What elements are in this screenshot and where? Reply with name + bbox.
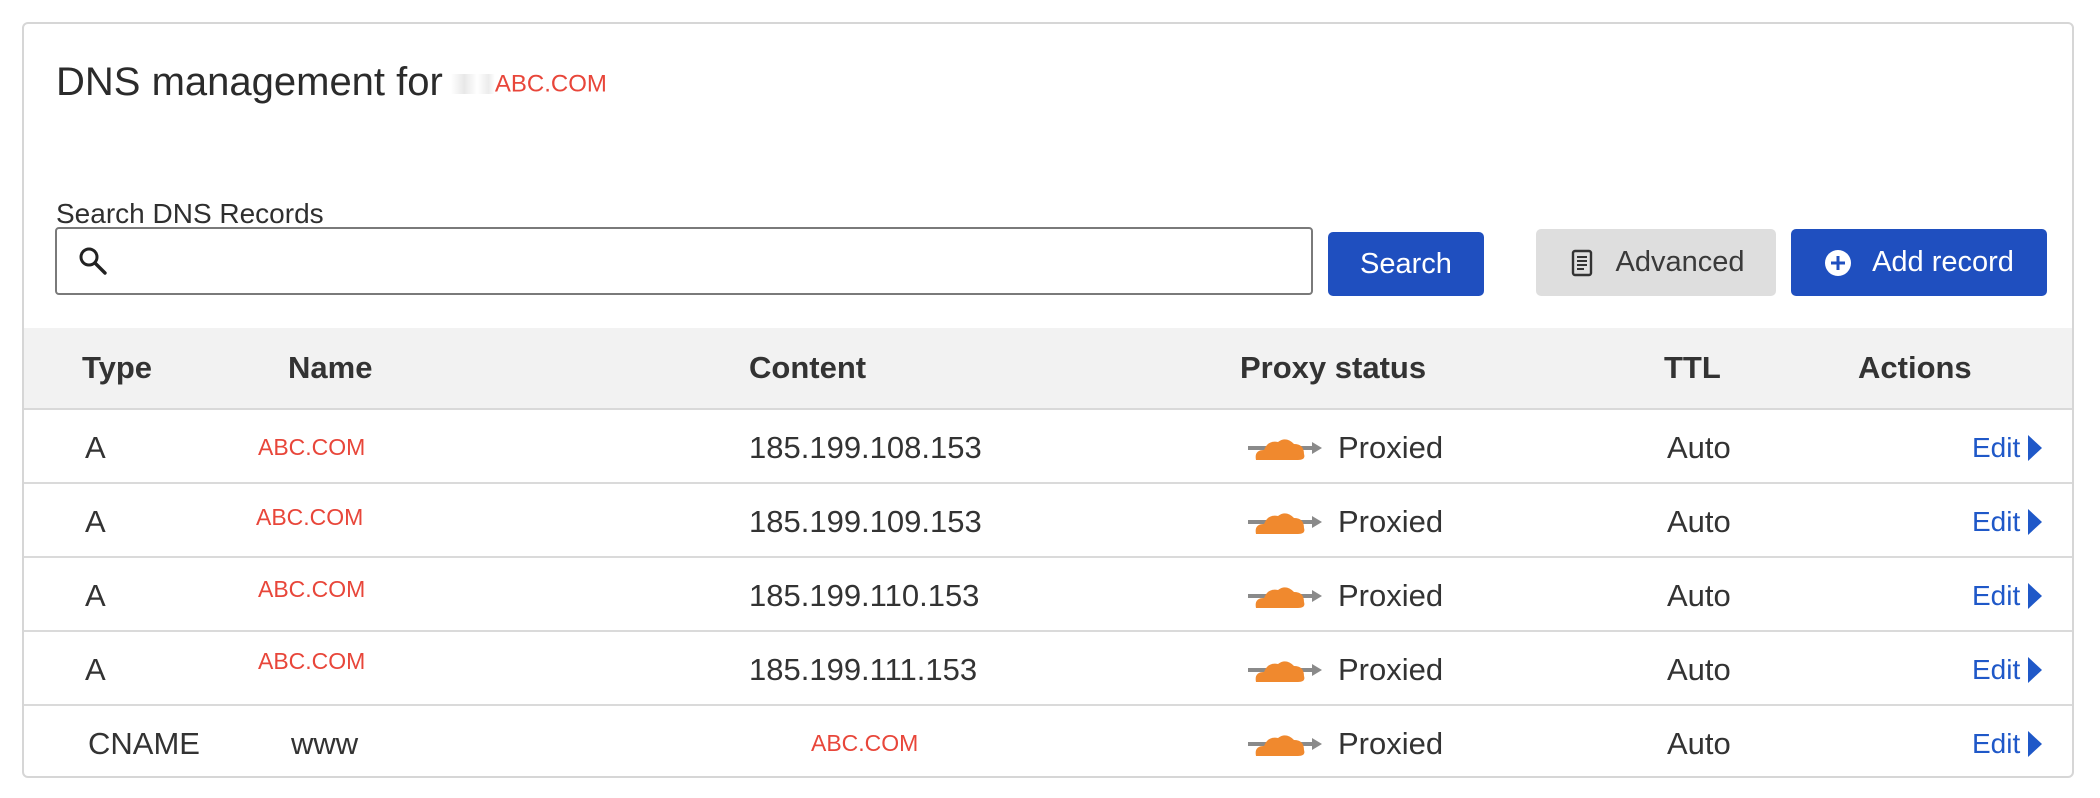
proxy-status: Proxied: [1338, 652, 1444, 687]
record-name: ABC.COM: [258, 434, 366, 460]
record-content: 185.199.111.153: [749, 652, 978, 687]
record-ttl: Auto: [1667, 504, 1731, 539]
cloud-icon: [1248, 661, 1322, 682]
caret-right-icon: [2028, 509, 2043, 535]
column-header-ttl[interactable]: TTL: [1664, 350, 1721, 386]
cloud-icon: [1248, 439, 1322, 460]
column-header-type[interactable]: Type: [82, 350, 152, 386]
search-button[interactable]: Search: [1328, 232, 1484, 296]
search-field[interactable]: [55, 227, 1313, 295]
record-type: A: [85, 430, 106, 465]
record-ttl: Auto: [1667, 578, 1731, 613]
record-content: 185.199.110.153: [749, 578, 980, 613]
column-header-content[interactable]: Content: [749, 350, 866, 386]
proxy-status: Proxied: [1338, 578, 1444, 613]
page-title: DNS management for ABC.COM: [56, 60, 607, 105]
column-header-proxy-status[interactable]: Proxy status: [1240, 350, 1426, 386]
document-icon: [1571, 249, 1592, 276]
table-row: A ABC.COM 185.199.109.153 Proxied Auto E…: [24, 484, 2072, 558]
redacted-blur: [450, 74, 495, 95]
edit-record-link[interactable]: Edit: [1972, 654, 2043, 686]
record-name: www: [291, 726, 359, 761]
record-type: CNAME: [88, 726, 200, 761]
edit-label: Edit: [1972, 654, 2021, 685]
edit-label: Edit: [1972, 506, 2021, 537]
advanced-button[interactable]: Advanced: [1536, 229, 1776, 296]
edit-record-link[interactable]: Edit: [1972, 432, 2043, 464]
record-ttl: Auto: [1667, 726, 1731, 761]
edit-label: Edit: [1972, 728, 2021, 759]
page-title-domain: ABC.COM: [494, 70, 607, 98]
edit-label: Edit: [1972, 432, 2021, 463]
caret-right-icon: [2028, 731, 2043, 757]
record-content: ABC.COM: [811, 730, 919, 756]
table-header: Type Name Content Proxy status TTL Actio…: [24, 328, 2072, 410]
dns-records-table: Type Name Content Proxy status TTL Actio…: [24, 328, 2072, 776]
proxy-status: Proxied: [1338, 430, 1444, 465]
cloud-icon: [1248, 587, 1322, 608]
record-ttl: Auto: [1667, 430, 1731, 465]
proxy-status: Proxied: [1338, 726, 1444, 761]
edit-record-link[interactable]: Edit: [1972, 506, 2043, 538]
plus-circle-icon: [1825, 249, 1852, 276]
table-row: CNAME www ABC.COM Proxied Auto Edit: [24, 706, 2072, 776]
record-name: ABC.COM: [258, 648, 366, 674]
edit-record-link[interactable]: Edit: [1972, 728, 2043, 760]
record-type: A: [85, 504, 106, 539]
add-record-button[interactable]: Add record: [1791, 229, 2047, 296]
proxy-status: Proxied: [1338, 504, 1444, 539]
record-ttl: Auto: [1667, 652, 1731, 687]
record-type: A: [85, 652, 106, 687]
column-header-actions: Actions: [1858, 350, 1972, 385]
search-button-label: Search: [1360, 247, 1452, 280]
column-header-name[interactable]: Name: [288, 350, 372, 386]
edit-record-link[interactable]: Edit: [1972, 580, 2043, 612]
record-content: 185.199.109.153: [749, 504, 982, 539]
caret-right-icon: [2028, 583, 2043, 609]
search-icon: [79, 247, 107, 275]
record-type: A: [85, 578, 106, 613]
caret-right-icon: [2028, 435, 2043, 461]
table-row: A ABC.COM 185.199.110.153 Proxied Auto E…: [24, 558, 2072, 632]
record-name: ABC.COM: [256, 504, 364, 530]
page-title-prefix: DNS management for: [56, 60, 443, 104]
dns-management-card: DNS management for ABC.COM Search DNS Rec…: [22, 22, 2074, 778]
table-row: A ABC.COM 185.199.111.153 Proxied Auto E…: [24, 632, 2072, 706]
caret-right-icon: [2028, 657, 2043, 683]
search-label: Search DNS Records: [56, 198, 324, 229]
record-content: 185.199.108.153: [749, 430, 982, 465]
record-name: ABC.COM: [258, 576, 366, 602]
search-input[interactable]: [121, 237, 1295, 287]
cloud-icon: [1248, 513, 1322, 534]
advanced-button-label: Advanced: [1615, 246, 1745, 278]
table-row: A ABC.COM 185.199.108.153 Proxied Auto E…: [24, 410, 2072, 484]
add-record-button-label: Add record: [1872, 246, 2014, 278]
cloud-icon: [1248, 735, 1322, 756]
edit-label: Edit: [1972, 580, 2021, 611]
